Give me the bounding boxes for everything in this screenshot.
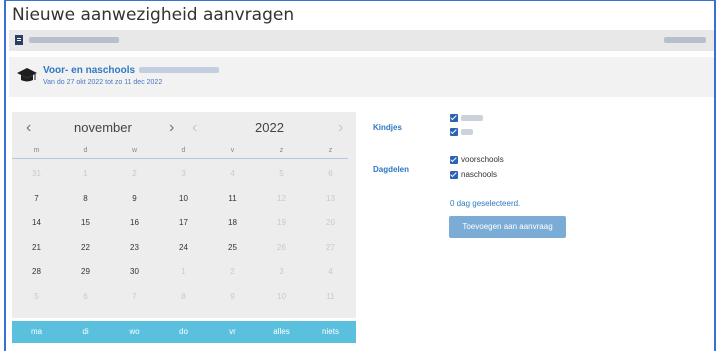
quick-select-alles-button[interactable]: alles — [257, 321, 306, 343]
redacted-account-link[interactable] — [664, 37, 706, 43]
weekday-header-cell: z — [328, 147, 333, 154]
redacted-account-name — [29, 37, 119, 43]
calendar-day[interactable]: 11 — [208, 187, 257, 211]
dagdeel-naschools[interactable]: naschools — [450, 170, 497, 179]
calendar-day[interactable]: 21 — [12, 236, 61, 260]
page-title: Nieuwe aanwezigheid aanvragen — [12, 5, 295, 25]
calendar-day[interactable]: 24 — [159, 236, 208, 260]
calendar-day: 13 — [326, 193, 335, 203]
calendar-day[interactable]: 18 — [208, 211, 257, 235]
dagdeel-voorschools[interactable]: voorschools — [450, 155, 504, 164]
calendar-day[interactable]: 15 — [61, 211, 110, 235]
calendar-day: 6 — [83, 291, 88, 301]
weekday-header-cell: d — [181, 147, 186, 154]
calendar-day: 20 — [326, 218, 335, 227]
calendar: ‹ november › ‹ 2022 › mdwdvzz 31 1 2 3 4 5 6 7 8… — [12, 112, 356, 318]
calendar-day: 4 — [328, 267, 333, 276]
weekday-divider — [12, 158, 348, 159]
redacted-course-suffix — [139, 67, 220, 74]
calendar-day[interactable]: 22 — [61, 236, 110, 260]
calendar-day[interactable]: 9 — [110, 187, 159, 211]
calendar-day[interactable]: 23 — [110, 236, 159, 260]
checkbox-checked-icon[interactable] — [450, 113, 458, 122]
weekday-quick-select: ma di wo do vr alles niets — [12, 321, 356, 343]
quick-select-wo-button[interactable]: wo — [110, 321, 159, 343]
add-to-request-button[interactable]: Toevoegen aan aanvraag — [449, 216, 566, 238]
course-name: Voor- en naschools — [43, 65, 220, 76]
graduation-cap-icon — [17, 68, 37, 82]
weekday-header: mdwdvzz — [12, 147, 356, 157]
account-bar — [9, 30, 714, 51]
calendar-day: 27 — [326, 242, 335, 252]
calendar-header: ‹ november › ‹ 2022 › — [12, 112, 356, 142]
quick-select-ma-button[interactable]: ma — [12, 321, 61, 343]
checkbox-checked-icon[interactable] — [450, 127, 458, 136]
calendar-day: 11 — [326, 291, 335, 301]
kind-option-1[interactable] — [450, 113, 483, 122]
checkbox-checked-icon[interactable] — [450, 170, 458, 179]
calendar-day: 19 — [277, 218, 286, 227]
year-label: 2022 — [255, 120, 284, 135]
dagdeel-label: voorschools — [461, 155, 504, 164]
calendar-day[interactable]: 8 — [61, 187, 110, 211]
calendar-day: 7 — [132, 291, 137, 301]
calendar-day[interactable]: 7 — [12, 187, 61, 211]
calendar-day: 8 — [181, 291, 186, 301]
calendar-day[interactable]: 17 — [159, 211, 208, 235]
dagdelen-label: Dagdelen — [373, 165, 410, 174]
calendar-day: 1 — [83, 169, 88, 178]
quick-select-niets-button[interactable]: niets — [306, 321, 355, 343]
calendar-day[interactable]: 28 — [12, 260, 61, 284]
year-next-icon[interactable]: › — [338, 119, 343, 137]
redacted-child-name — [461, 128, 473, 135]
kindjes-label: Kindjes — [373, 123, 402, 132]
month-label: november — [74, 120, 132, 135]
weekday-header-cell: m — [33, 147, 40, 154]
weekday-header-cell: d — [83, 147, 88, 154]
quick-select-do-button[interactable]: do — [159, 321, 208, 343]
calendar-day: 31 — [32, 169, 41, 178]
calendar-day[interactable]: 16 — [110, 211, 159, 235]
quick-select-di-button[interactable]: di — [61, 321, 110, 343]
weekday-header-cell: w — [131, 147, 138, 154]
weekday-header-cell: z — [279, 147, 284, 154]
calendar-day: 2 — [132, 169, 137, 178]
chevron-left-icon[interactable]: ‹ — [26, 119, 31, 137]
weekday-header-cell: v — [230, 147, 235, 154]
calendar-day: 1 — [181, 267, 186, 276]
calendar-day: 3 — [279, 267, 284, 276]
year-prev-icon[interactable]: ‹ — [192, 119, 197, 137]
course-card: Voor- en naschools Van do 27 okt 2022 to… — [9, 57, 714, 97]
calendar-day[interactable]: 30 — [110, 260, 159, 284]
calendar-day: 26 — [277, 242, 286, 252]
selection-count: 0 dag geselecteerd. — [450, 199, 521, 208]
checkbox-checked-icon[interactable] — [450, 155, 458, 164]
course-dates: Van do 27 okt 2022 tot zo 11 dec 2022 — [43, 79, 163, 86]
kind-option-2[interactable] — [450, 127, 473, 136]
document-icon — [15, 35, 23, 45]
quick-select-vr-button[interactable]: vr — [208, 321, 257, 343]
redacted-child-name — [461, 114, 483, 121]
chevron-right-icon[interactable]: › — [169, 119, 174, 137]
calendar-day: 5 — [279, 169, 284, 178]
calendar-day[interactable]: 14 — [12, 211, 61, 235]
calendar-day: 3 — [181, 169, 186, 178]
calendar-day[interactable]: 10 — [159, 187, 208, 211]
dagdeel-label: naschools — [461, 170, 498, 179]
calendar-day: 6 — [328, 169, 333, 178]
calendar-day[interactable]: 29 — [61, 260, 110, 284]
calendar-day: 2 — [230, 267, 235, 276]
calendar-day: 12 — [277, 193, 286, 203]
calendar-day: 4 — [230, 169, 235, 178]
calendar-day[interactable]: 25 — [208, 236, 257, 260]
calendar-day: 5 — [34, 291, 39, 301]
calendar-day: 10 — [277, 291, 286, 301]
calendar-day: 9 — [230, 291, 235, 301]
course-name-text: Voor- en naschools — [43, 65, 136, 76]
